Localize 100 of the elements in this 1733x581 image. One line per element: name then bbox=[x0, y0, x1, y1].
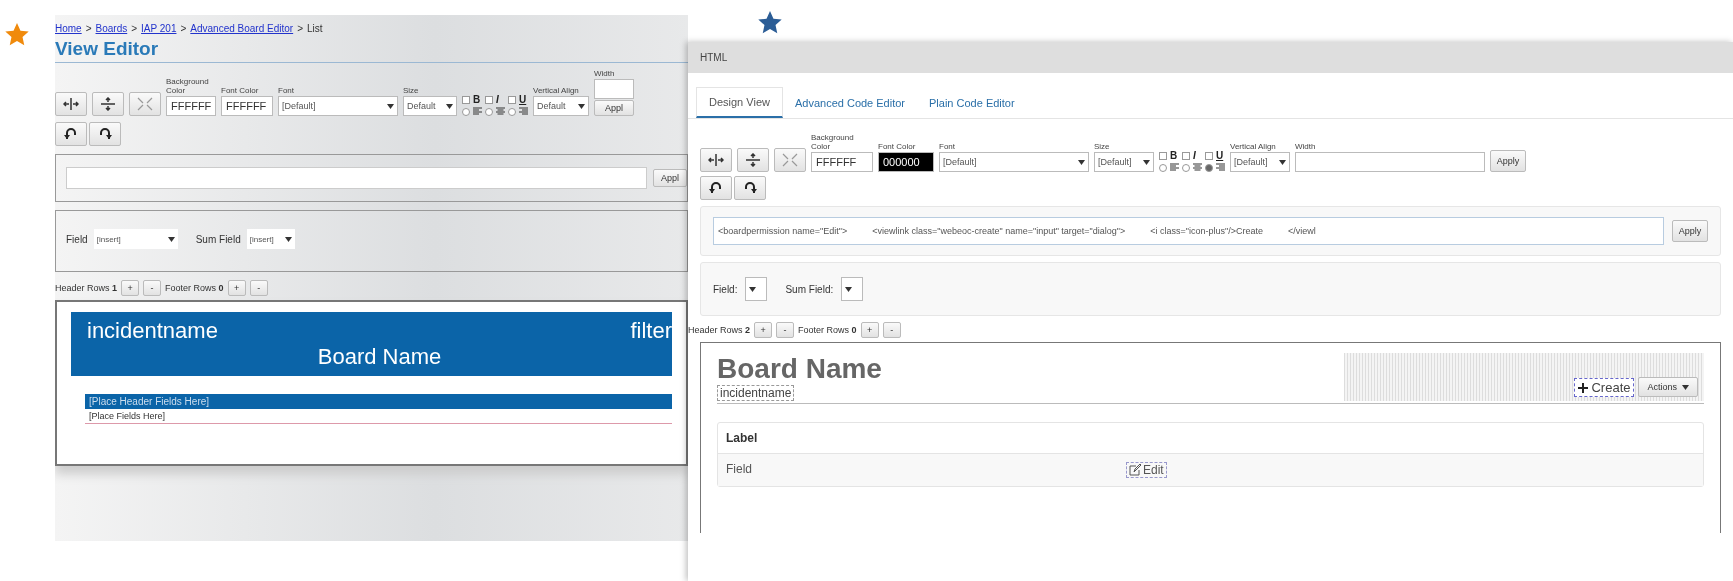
align-radio[interactable] bbox=[1182, 163, 1190, 172]
code-field[interactable] bbox=[66, 167, 647, 189]
table-cell-text: Field bbox=[726, 462, 753, 478]
field-label: Size bbox=[1094, 142, 1111, 151]
breadcrumb-link[interactable]: Boards bbox=[95, 23, 128, 34]
editor-tab[interactable]: Design View bbox=[696, 87, 783, 118]
board-name-text: Board Name bbox=[316, 344, 443, 370]
remove-row-button[interactable]: - bbox=[143, 280, 162, 296]
undo-button[interactable] bbox=[700, 176, 732, 200]
font-select[interactable]: [Default] bbox=[939, 152, 1089, 172]
star-icon bbox=[4, 22, 30, 48]
field-select[interactable] bbox=[745, 277, 768, 301]
redo-icon bbox=[97, 127, 113, 141]
apply-button[interactable]: Apply bbox=[1672, 220, 1708, 242]
style-label: U bbox=[1216, 150, 1225, 161]
style-checkbox[interactable] bbox=[462, 95, 470, 104]
redo-button[interactable] bbox=[89, 122, 121, 146]
add-row-button[interactable]: + bbox=[227, 280, 246, 296]
font-select[interactable]: [Default] bbox=[278, 96, 398, 116]
font-color-field[interactable]: FFFFFF bbox=[221, 96, 273, 116]
apply-button[interactable]: Appl bbox=[594, 100, 634, 116]
align-icon bbox=[1216, 163, 1225, 172]
style-checkbox[interactable] bbox=[1205, 151, 1213, 160]
edit-icon bbox=[1129, 464, 1141, 476]
move-horizontal-button[interactable] bbox=[700, 148, 732, 172]
filter-text: filter bbox=[630, 318, 672, 344]
width-field[interactable] bbox=[594, 79, 634, 99]
editor-tab[interactable]: Plain Code Editor bbox=[917, 87, 1027, 118]
font-color-field[interactable]: 000000 bbox=[878, 152, 934, 172]
style-checkbox[interactable] bbox=[508, 95, 516, 104]
redo-button[interactable] bbox=[734, 176, 766, 200]
style-label: B bbox=[1170, 150, 1179, 161]
field-label: Sum Field bbox=[195, 233, 241, 245]
align-radio[interactable] bbox=[1159, 163, 1167, 172]
footer-rows-label: Footer Rows 0 bbox=[798, 325, 857, 335]
align-radio[interactable] bbox=[462, 107, 470, 116]
remove-row-button[interactable]: - bbox=[249, 280, 268, 296]
add-row-button[interactable]: + bbox=[121, 280, 140, 296]
background-color-field[interactable]: FFFFFF bbox=[166, 96, 216, 116]
align-radio[interactable] bbox=[1205, 163, 1213, 172]
sum-field-select[interactable] bbox=[841, 277, 864, 301]
caret-icon bbox=[387, 103, 394, 109]
move-horizontal-button[interactable] bbox=[55, 92, 87, 116]
field-label: Vertical Align bbox=[1230, 142, 1277, 151]
breadcrumb-link[interactable]: IAP 201 bbox=[141, 23, 177, 34]
field-label: Background Color bbox=[811, 133, 855, 151]
field-label: Font bbox=[939, 142, 956, 151]
board-name-text: Board Name bbox=[717, 353, 882, 385]
field-select[interactable]: [insert] bbox=[93, 229, 178, 249]
apply-button[interactable]: Appl bbox=[653, 169, 687, 187]
style-checkbox[interactable] bbox=[1159, 151, 1167, 160]
caret-icon bbox=[1078, 159, 1085, 165]
move-vertical-button[interactable] bbox=[737, 148, 769, 172]
redo-icon bbox=[742, 181, 758, 195]
incident-name-text: incidentname bbox=[717, 385, 795, 401]
remove-row-button[interactable]: - bbox=[882, 322, 901, 338]
align-radio[interactable] bbox=[485, 107, 493, 116]
size-select[interactable]: [Default] bbox=[1094, 152, 1154, 172]
add-row-button[interactable]: + bbox=[860, 322, 879, 338]
apply-button[interactable]: Apply bbox=[1490, 150, 1526, 172]
shrink-button[interactable] bbox=[774, 148, 806, 172]
style-label: I bbox=[1193, 150, 1197, 161]
breadcrumb-link[interactable]: Home bbox=[55, 23, 82, 34]
page-title: View Editor bbox=[55, 38, 688, 63]
breadcrumb-link[interactable]: Advanced Board Editor bbox=[190, 23, 294, 34]
breadcrumb-separator: > bbox=[131, 23, 138, 34]
style-label: B bbox=[473, 94, 482, 105]
style-checkbox[interactable] bbox=[1182, 151, 1190, 160]
vertical-align-select[interactable]: [Default] bbox=[1230, 152, 1290, 172]
background-color-field[interactable]: FFFFFF bbox=[811, 152, 873, 172]
vertical-align-select[interactable]: Default bbox=[533, 96, 589, 116]
create-button[interactable]: Create bbox=[1574, 378, 1635, 397]
field-label: Background Color bbox=[166, 77, 210, 95]
edit-link[interactable]: Edit bbox=[1126, 462, 1167, 478]
style-label: U bbox=[519, 94, 528, 105]
editor-tab[interactable]: Advanced Code Editor bbox=[782, 87, 918, 118]
align-icon bbox=[496, 107, 505, 116]
sum-field-select[interactable]: [insert] bbox=[246, 229, 295, 249]
size-select[interactable]: Default bbox=[403, 96, 457, 116]
width-field[interactable] bbox=[1295, 152, 1485, 172]
field-label: Field: bbox=[713, 283, 738, 295]
caret-icon bbox=[1143, 159, 1150, 165]
shrink-button[interactable] bbox=[129, 92, 161, 116]
breadcrumb-separator: > bbox=[180, 23, 187, 34]
move-horizontal-icon bbox=[708, 153, 724, 167]
remove-row-button[interactable]: - bbox=[776, 322, 795, 338]
style-checkbox[interactable] bbox=[485, 95, 493, 104]
add-row-button[interactable]: + bbox=[754, 322, 773, 338]
code-field[interactable]: <boardpermission name="Edit"> <viewlink class="webeoc-create" name="input" target="dialog"> <i class="icon-plus"/>Create </viewl bbox=[713, 217, 1664, 245]
align-radio[interactable] bbox=[508, 107, 516, 116]
caret-icon bbox=[578, 103, 585, 109]
field-label: Vertical Align bbox=[533, 86, 580, 95]
actions-button[interactable]: Actions bbox=[1638, 377, 1698, 397]
field-label: Font Color bbox=[878, 142, 917, 151]
footer-rows-label: Footer Rows 0 bbox=[165, 283, 224, 293]
plus-icon bbox=[1578, 382, 1589, 393]
field-label: Size bbox=[403, 86, 420, 95]
move-vertical-button[interactable] bbox=[92, 92, 124, 116]
field-label: Field bbox=[66, 233, 88, 245]
undo-button[interactable] bbox=[55, 122, 87, 146]
